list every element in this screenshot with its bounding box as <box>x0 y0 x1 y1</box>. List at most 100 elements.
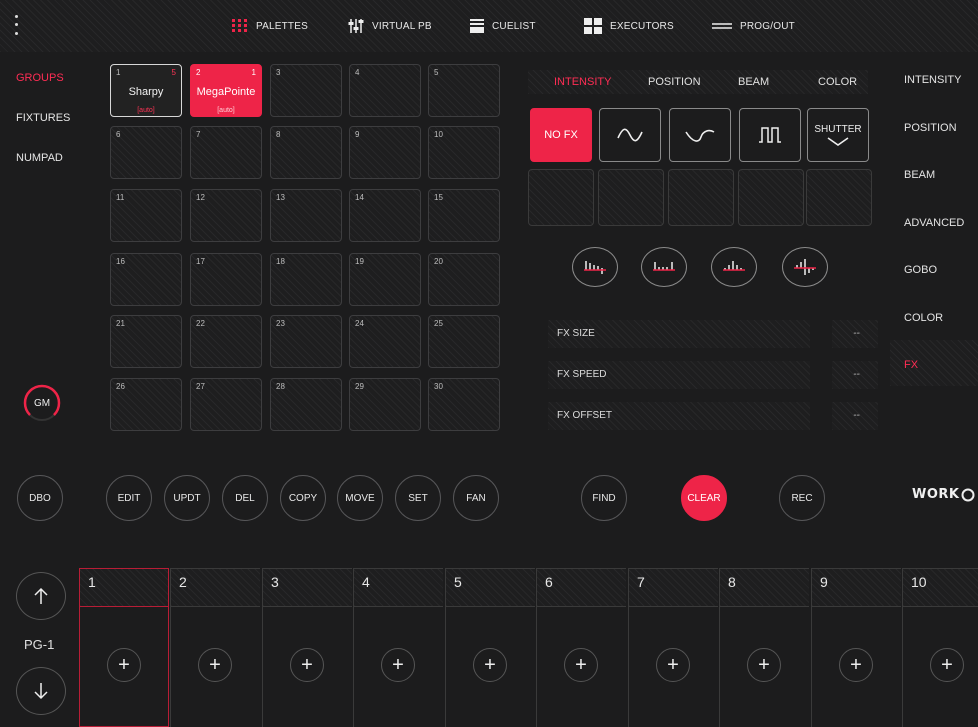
sidebar-item-groups[interactable]: GROUPS <box>16 72 64 84</box>
add-executor-button[interactable]: + <box>198 648 232 682</box>
set-button[interactable]: SET <box>395 475 441 521</box>
group-cell[interactable]: 4 <box>349 64 421 117</box>
nav-prog-out[interactable]: PROG/OUT <box>712 14 795 38</box>
group-cell[interactable]: 22 <box>190 315 262 368</box>
group-cell[interactable]: 5 <box>428 64 500 117</box>
fx-offset-value[interactable]: -- <box>832 402 878 430</box>
group-cell[interactable]: 8 <box>270 126 342 179</box>
executor-slot[interactable]: 2 + <box>170 568 260 727</box>
add-executor-button[interactable]: + <box>656 648 690 682</box>
add-executor-button[interactable]: + <box>290 648 324 682</box>
group-cell[interactable]: 20 <box>428 253 500 306</box>
group-cell[interactable]: 11 <box>110 189 182 242</box>
group-cell[interactable]: 2 1 MegaPointe [auto] <box>190 64 262 117</box>
fan-button[interactable]: FAN <box>453 475 499 521</box>
tab-intensity[interactable]: INTENSITY <box>554 76 611 88</box>
executor-slot[interactable]: 10 + <box>902 568 978 727</box>
move-button[interactable]: MOVE <box>337 475 383 521</box>
right-menu-gobo[interactable]: GOBO <box>904 264 937 276</box>
executor-slot[interactable]: 3 + <box>262 568 352 727</box>
tab-beam[interactable]: BEAM <box>738 76 769 88</box>
executor-slot[interactable]: 7 + <box>628 568 718 727</box>
executor-slot[interactable]: 6 + <box>536 568 626 727</box>
group-cell[interactable]: 18 <box>270 253 342 306</box>
group-cell[interactable]: 29 <box>349 378 421 431</box>
nav-virtual-pb[interactable]: VIRTUAL PB <box>348 14 432 38</box>
shutter-wave-button[interactable]: SHUTTER <box>807 108 869 162</box>
group-cell[interactable]: 30 <box>428 378 500 431</box>
nav-palettes[interactable]: PALETTES <box>232 14 308 38</box>
group-cell[interactable]: 13 <box>270 189 342 242</box>
group-cell[interactable]: 28 <box>270 378 342 431</box>
group-cell[interactable]: 6 <box>110 126 182 179</box>
add-executor-button[interactable]: + <box>564 648 598 682</box>
add-executor-button[interactable]: + <box>930 648 964 682</box>
group-cell[interactable]: 21 <box>110 315 182 368</box>
executor-slot[interactable]: 1 + <box>79 568 169 727</box>
square-wave-button[interactable] <box>739 108 801 162</box>
no-fx-button[interactable]: NO FX <box>530 108 592 162</box>
group-cell[interactable]: 16 <box>110 253 182 306</box>
add-executor-button[interactable]: + <box>381 648 415 682</box>
group-cell[interactable]: 7 <box>190 126 262 179</box>
add-executor-button[interactable]: + <box>747 648 781 682</box>
sidebar-item-numpad[interactable]: NUMPAD <box>16 152 63 164</box>
update-button[interactable]: UPDT <box>164 475 210 521</box>
group-cell[interactable]: 15 <box>428 189 500 242</box>
page-up-button[interactable] <box>16 572 66 620</box>
add-executor-button[interactable]: + <box>107 648 141 682</box>
menu-icon[interactable] <box>12 12 20 38</box>
right-menu-advanced[interactable]: ADVANCED <box>904 217 964 229</box>
fx-offset-row[interactable]: FX OFFSET <box>548 402 810 430</box>
executor-slot[interactable]: 9 + <box>811 568 901 727</box>
cosine-wave-button[interactable] <box>669 108 731 162</box>
right-menu-position[interactable]: POSITION <box>904 122 957 134</box>
fx-speed-value[interactable]: -- <box>832 361 878 389</box>
add-executor-button[interactable]: + <box>839 648 873 682</box>
tab-color[interactable]: COLOR <box>818 76 857 88</box>
spread-left-button[interactable] <box>572 247 618 287</box>
delete-button[interactable]: DEL <box>222 475 268 521</box>
right-menu-beam[interactable]: BEAM <box>904 169 935 181</box>
add-executor-button[interactable]: + <box>473 648 507 682</box>
right-menu-intensity[interactable]: INTENSITY <box>904 74 961 86</box>
fx-size-value[interactable]: -- <box>832 320 878 348</box>
group-cell[interactable]: 3 <box>270 64 342 117</box>
right-menu-fx[interactable]: FX <box>890 340 978 386</box>
sidebar-item-fixtures[interactable]: FIXTURES <box>16 112 70 124</box>
group-cell[interactable]: 24 <box>349 315 421 368</box>
group-cell[interactable]: 9 <box>349 126 421 179</box>
nav-cuelist[interactable]: CUELIST <box>470 14 536 38</box>
executor-slot[interactable]: 4 + <box>353 568 443 727</box>
rec-button[interactable]: REC <box>779 475 825 521</box>
copy-button[interactable]: COPY <box>280 475 326 521</box>
group-cell[interactable]: 26 <box>110 378 182 431</box>
grand-master-knob[interactable]: GM <box>22 383 62 423</box>
sine-wave-button[interactable] <box>599 108 661 162</box>
spread-split-button[interactable] <box>782 247 828 287</box>
group-cell[interactable]: 17 <box>190 253 262 306</box>
group-cell[interactable]: 23 <box>270 315 342 368</box>
page-down-button[interactable] <box>16 667 66 715</box>
spread-center-button[interactable] <box>711 247 757 287</box>
group-cell[interactable]: 12 <box>190 189 262 242</box>
group-cell[interactable]: 10 <box>428 126 500 179</box>
group-cell-number: 8 <box>276 130 281 139</box>
nav-executors[interactable]: EXECUTORS <box>584 14 674 38</box>
group-cell[interactable]: 25 <box>428 315 500 368</box>
spread-right-button[interactable] <box>641 247 687 287</box>
tab-position[interactable]: POSITION <box>648 76 701 88</box>
group-cell[interactable]: 19 <box>349 253 421 306</box>
group-cell[interactable]: 27 <box>190 378 262 431</box>
clear-button[interactable]: CLEAR <box>681 475 727 521</box>
find-button[interactable]: FIND <box>581 475 627 521</box>
group-cell[interactable]: 14 <box>349 189 421 242</box>
group-cell[interactable]: 1 5 Sharpy [auto] <box>110 64 182 117</box>
executor-slot[interactable]: 8 + <box>719 568 809 727</box>
dbo-button[interactable]: DBO <box>17 475 63 521</box>
fx-size-row[interactable]: FX SIZE <box>548 320 810 348</box>
executor-slot[interactable]: 5 + <box>445 568 535 727</box>
right-menu-color[interactable]: COLOR <box>904 312 943 324</box>
edit-button[interactable]: EDIT <box>106 475 152 521</box>
fx-speed-row[interactable]: FX SPEED <box>548 361 810 389</box>
